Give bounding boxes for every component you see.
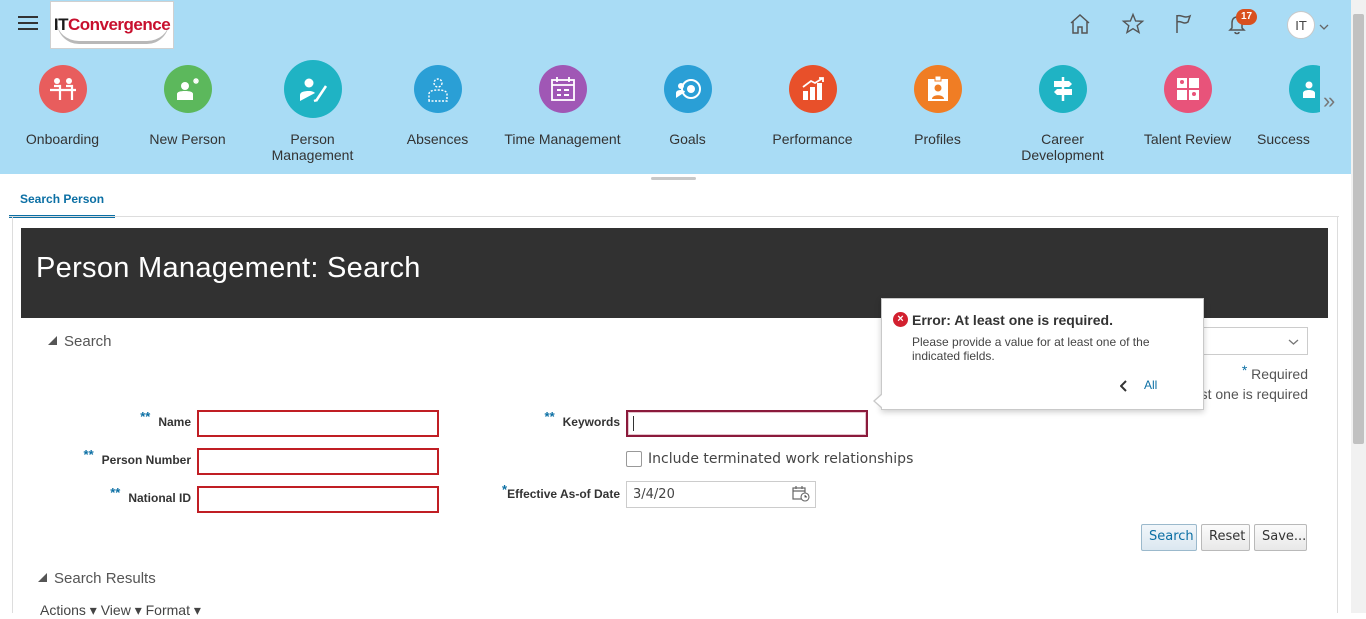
error-message-popup: × Error: At least one is required. Pleas…: [873, 298, 1204, 410]
national-id-input[interactable]: [197, 486, 439, 513]
search-results-toggle[interactable]: Search Results: [38, 570, 156, 587]
onboarding-icon: [38, 65, 87, 113]
popup-pointer-inner: [875, 394, 883, 408]
career-development-icon: [1038, 65, 1087, 113]
springboard-onboarding[interactable]: Onboarding: [0, 65, 125, 147]
error-all-link[interactable]: All: [1144, 378, 1157, 392]
search-button[interactable]: Search: [1141, 524, 1197, 551]
absences-icon: [413, 65, 462, 113]
performance-icon: [788, 65, 837, 113]
talent-review-icon: [1163, 65, 1212, 113]
keywords-input[interactable]: [626, 410, 868, 437]
favorites-star-icon[interactable]: [1121, 12, 1147, 38]
person-management-icon: [283, 60, 342, 118]
navigator-menu-icon[interactable]: [18, 16, 38, 34]
results-toolbar[interactable]: Actions ▾ View ▾ Format ▾: [40, 602, 201, 619]
springboard-label: Profiles: [914, 131, 961, 147]
springboard-label: Performance: [772, 131, 853, 147]
springboard-talent-review[interactable]: Talent Review: [1125, 65, 1250, 147]
springboard-label: Onboarding: [25, 131, 100, 147]
error-title: Error: At least one is required.: [912, 312, 1113, 328]
springboard-label: Talent Review: [1143, 131, 1232, 147]
springboard-collapse-handle[interactable]: [651, 177, 696, 180]
springboard-performance[interactable]: Performance: [750, 65, 875, 147]
error-message: Please provide a value for at least one …: [912, 335, 1150, 363]
springboard-next-arrow-icon[interactable]: »: [1323, 88, 1335, 114]
logo-swoosh: [57, 22, 169, 44]
home-icon[interactable]: [1068, 12, 1094, 38]
name-input[interactable]: [197, 410, 439, 437]
goals-icon: [663, 65, 712, 113]
chevron-down-icon: [1288, 339, 1299, 345]
reset-button[interactable]: Reset: [1201, 524, 1250, 551]
collapse-triangle-icon: [38, 573, 47, 582]
springboard-label: Goals: [669, 131, 706, 147]
person-number-label: ** Person Number: [83, 447, 191, 467]
page-scrollbar[interactable]: [1351, 0, 1366, 613]
page-title: Person Management: Search: [36, 252, 421, 284]
save-search-button[interactable]: Save...: [1254, 524, 1307, 551]
springboard-profiles[interactable]: Profiles: [875, 65, 1000, 147]
springboard-absences[interactable]: Absences: [375, 65, 500, 147]
springboard-career-development[interactable]: Career Development: [1000, 65, 1125, 163]
springboard-label: Person Management: [271, 131, 354, 163]
new-person-icon: [163, 65, 212, 113]
springboard: Onboarding New Person Person Management …: [0, 60, 1320, 165]
scrollbar-thumb[interactable]: [1353, 14, 1364, 444]
company-logo[interactable]: ITConvergence: [50, 1, 174, 49]
springboard-label: Absences: [406, 131, 469, 147]
success-icon: [1289, 65, 1320, 113]
springboard-label: Time Management: [504, 131, 621, 147]
springboard-goals[interactable]: Goals: [625, 65, 750, 147]
watchlist-flag-icon[interactable]: [1172, 12, 1198, 38]
name-label: ** Name: [140, 409, 191, 429]
user-avatar[interactable]: IT: [1287, 11, 1315, 39]
keywords-label: ** Keywords: [544, 409, 620, 429]
search-section-toggle[interactable]: Search: [48, 333, 112, 350]
national-id-label: ** National ID: [110, 485, 191, 505]
collapse-triangle-icon: [48, 336, 57, 345]
person-number-input[interactable]: [197, 448, 439, 475]
springboard-label: Career Development: [1021, 131, 1104, 163]
search-section-title: Search: [64, 333, 112, 350]
search-results-title: Search Results: [54, 570, 156, 587]
springboard-success[interactable]: Success: [1250, 65, 1320, 147]
calendar-icon[interactable]: [792, 485, 810, 507]
springboard-person-management[interactable]: Person Management: [250, 60, 375, 163]
profiles-icon: [913, 65, 962, 113]
time-management-icon: [538, 65, 587, 113]
springboard-time-management[interactable]: Time Management: [500, 65, 625, 147]
chevron-down-icon[interactable]: [1319, 18, 1329, 36]
notification-count-badge: 17: [1236, 9, 1258, 25]
tab-search-person[interactable]: Search Person: [9, 189, 116, 218]
error-icon: ×: [893, 312, 908, 327]
springboard-label: Success: [1257, 131, 1310, 147]
include-terminated-checkbox[interactable]: [626, 451, 642, 467]
saved-search-select[interactable]: [1195, 327, 1308, 355]
effective-date-input[interactable]: 3/4/20: [626, 481, 816, 508]
chevron-left-icon[interactable]: [1119, 379, 1128, 397]
effective-date-label: *Effective As-of Date: [502, 482, 620, 501]
springboard-new-person[interactable]: New Person: [125, 65, 250, 147]
springboard-label: New Person: [149, 131, 226, 147]
include-terminated-label[interactable]: Include terminated work relationships: [648, 451, 913, 467]
text-cursor: [633, 416, 634, 431]
